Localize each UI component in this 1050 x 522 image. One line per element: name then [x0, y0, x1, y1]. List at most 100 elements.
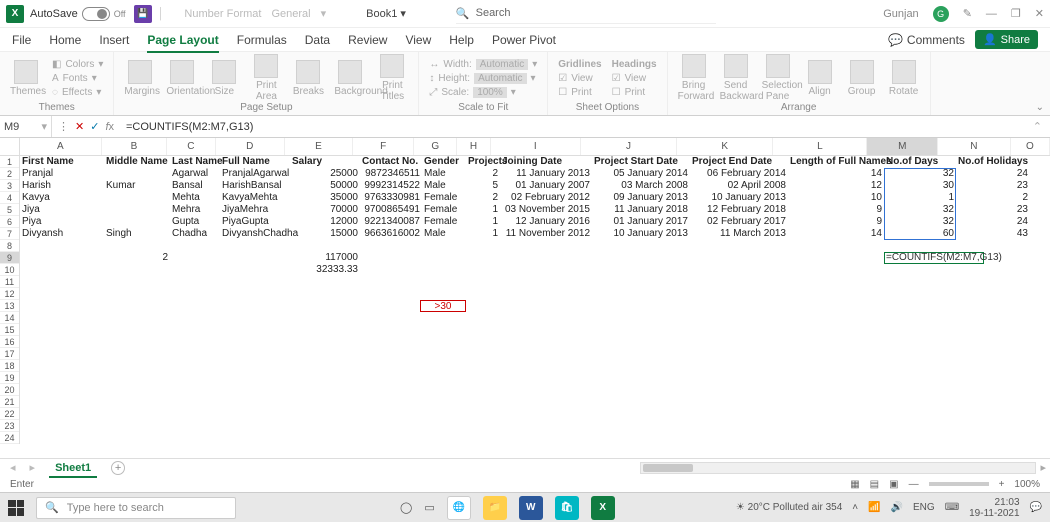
cell-N1[interactable]: No.of Holidays	[956, 156, 1030, 168]
fonts-button[interactable]: A Fonts ▾	[52, 73, 103, 84]
col-G[interactable]: G	[414, 138, 457, 155]
col-N[interactable]: N	[938, 138, 1011, 155]
expand-formula-icon[interactable]: ⌃	[1025, 120, 1050, 133]
tab-insert[interactable]: Insert	[99, 33, 129, 47]
col-B[interactable]: B	[102, 138, 167, 155]
tab-power-pivot[interactable]: Power Pivot	[492, 33, 556, 47]
workbook-name[interactable]: Book1 ▾	[366, 7, 406, 20]
cell-B1[interactable]: Middle Name	[104, 156, 170, 168]
ime-icon[interactable]: ⌨	[945, 502, 959, 513]
row-16[interactable]: 16	[0, 336, 19, 348]
row-14[interactable]: 14	[0, 312, 19, 324]
row-2[interactable]: 2	[0, 168, 19, 180]
chrome-icon[interactable]: 🌐	[447, 496, 471, 520]
cell-N7[interactable]: 43	[956, 228, 1030, 240]
cell-C5[interactable]: Mehra	[170, 204, 220, 216]
row-22[interactable]: 22	[0, 408, 19, 420]
cell-D2[interactable]: PranjalAgarwal	[220, 168, 290, 180]
cell-N5[interactable]: 23	[956, 204, 1030, 216]
row-21[interactable]: 21	[0, 396, 19, 408]
headings-print[interactable]: ☐ Print	[612, 87, 657, 98]
cell-D5[interactable]: JiyaMehra	[220, 204, 290, 216]
cell-B5[interactable]	[104, 204, 170, 216]
row-6[interactable]: 6	[0, 216, 19, 228]
row-13[interactable]: 13	[0, 300, 19, 312]
cell-A2[interactable]: Pranjal	[20, 168, 104, 180]
cell-K7[interactable]: 11 March 2013	[690, 228, 788, 240]
cell-I6[interactable]: 12 January 2016	[500, 216, 592, 228]
row-10[interactable]: 10	[0, 264, 19, 276]
zoom-value[interactable]: 100%	[1014, 479, 1040, 490]
excel-taskbar-icon[interactable]: X	[591, 496, 615, 520]
autosave-toggle[interactable]	[82, 7, 110, 21]
view-break-icon[interactable]: ▣	[889, 479, 898, 490]
cell-G5[interactable]: Female	[422, 204, 466, 216]
cell-F6[interactable]: 9221340087	[360, 216, 422, 228]
scale-height[interactable]: ↕ Height: Automatic ▾	[429, 73, 537, 84]
enter-icon[interactable]: ✓	[90, 120, 99, 133]
explorer-icon[interactable]: 📁	[483, 496, 507, 520]
cell-K4[interactable]: 10 January 2013	[690, 192, 788, 204]
align-button[interactable]: Align	[804, 60, 836, 97]
cell-N4[interactable]: 2	[956, 192, 1030, 204]
col-E[interactable]: E	[285, 138, 354, 155]
orientation-button[interactable]: Orientation	[166, 60, 198, 97]
word-icon[interactable]: W	[519, 496, 543, 520]
row-20[interactable]: 20	[0, 384, 19, 396]
cell-E3[interactable]: 50000	[290, 180, 360, 192]
cell-C4[interactable]: Mehta	[170, 192, 220, 204]
dropdown-icon[interactable]: ⋮	[58, 120, 69, 133]
cell-M6[interactable]: 32	[884, 216, 956, 228]
cell-M1[interactable]: No.of Days	[884, 156, 956, 168]
gridlines-print[interactable]: ☐ Print	[558, 87, 601, 98]
cell-M4[interactable]: 1	[884, 192, 956, 204]
minimize-icon[interactable]: —	[986, 8, 997, 20]
margins-button[interactable]: Margins	[124, 60, 156, 97]
tab-home[interactable]: Home	[49, 33, 81, 47]
row-23[interactable]: 23	[0, 420, 19, 432]
criteria-cell[interactable]: >30	[420, 300, 466, 312]
tab-help[interactable]: Help	[449, 33, 474, 47]
cell-M7[interactable]: 60	[884, 228, 956, 240]
cell-L7[interactable]: 14	[788, 228, 884, 240]
cell-C2[interactable]: Agarwal	[170, 168, 220, 180]
cell-G7[interactable]: Male	[422, 228, 466, 240]
cell-E10[interactable]: 32333.33	[290, 264, 360, 276]
row-5[interactable]: 5	[0, 204, 19, 216]
cell-L5[interactable]: 9	[788, 204, 884, 216]
cell-H5[interactable]: 1	[466, 204, 500, 216]
row-24[interactable]: 24	[0, 432, 19, 444]
col-D[interactable]: D	[216, 138, 285, 155]
row-8[interactable]: 8	[0, 240, 19, 252]
cell-C1[interactable]: Last Name	[170, 156, 220, 168]
col-H[interactable]: H	[457, 138, 490, 155]
cell-E9[interactable]: 117000	[290, 252, 360, 264]
cell-G1[interactable]: Gender	[422, 156, 466, 168]
wifi-icon[interactable]: 📶	[868, 502, 880, 513]
lang-tray[interactable]: ENG	[913, 502, 935, 513]
cell-E6[interactable]: 12000	[290, 216, 360, 228]
cell-D7[interactable]: DivyanshChadha	[220, 228, 290, 240]
store-icon[interactable]: 🛍	[555, 496, 579, 520]
number-format-value[interactable]: General	[271, 8, 310, 20]
cell-J1[interactable]: Project Start Date	[592, 156, 690, 168]
size-button[interactable]: Size	[208, 60, 240, 97]
cell-I2[interactable]: 11 January 2013	[500, 168, 592, 180]
cell-C7[interactable]: Chadha	[170, 228, 220, 240]
cell-G4[interactable]: Female	[422, 192, 466, 204]
tray-chevron-icon[interactable]: ˄	[852, 502, 858, 513]
user-name[interactable]: Gunjan	[883, 8, 918, 20]
comments-button[interactable]: 💬 Comments	[888, 33, 965, 47]
cell-I5[interactable]: 03 November 2015	[500, 204, 592, 216]
cell-M3[interactable]: 30	[884, 180, 956, 192]
cell-M2[interactable]: 32	[884, 168, 956, 180]
cell-D4[interactable]: KavyaMehta	[220, 192, 290, 204]
cell-B9[interactable]: 2	[104, 252, 170, 264]
fx-icon[interactable]: fx	[105, 121, 114, 133]
col-K[interactable]: K	[677, 138, 773, 155]
row-7[interactable]: 7	[0, 228, 19, 240]
cell-D6[interactable]: PiyaGupta	[220, 216, 290, 228]
cell-I1[interactable]: Joining Date	[500, 156, 592, 168]
zoom-out-icon[interactable]: —	[909, 479, 919, 490]
cell-N2[interactable]: 24	[956, 168, 1030, 180]
